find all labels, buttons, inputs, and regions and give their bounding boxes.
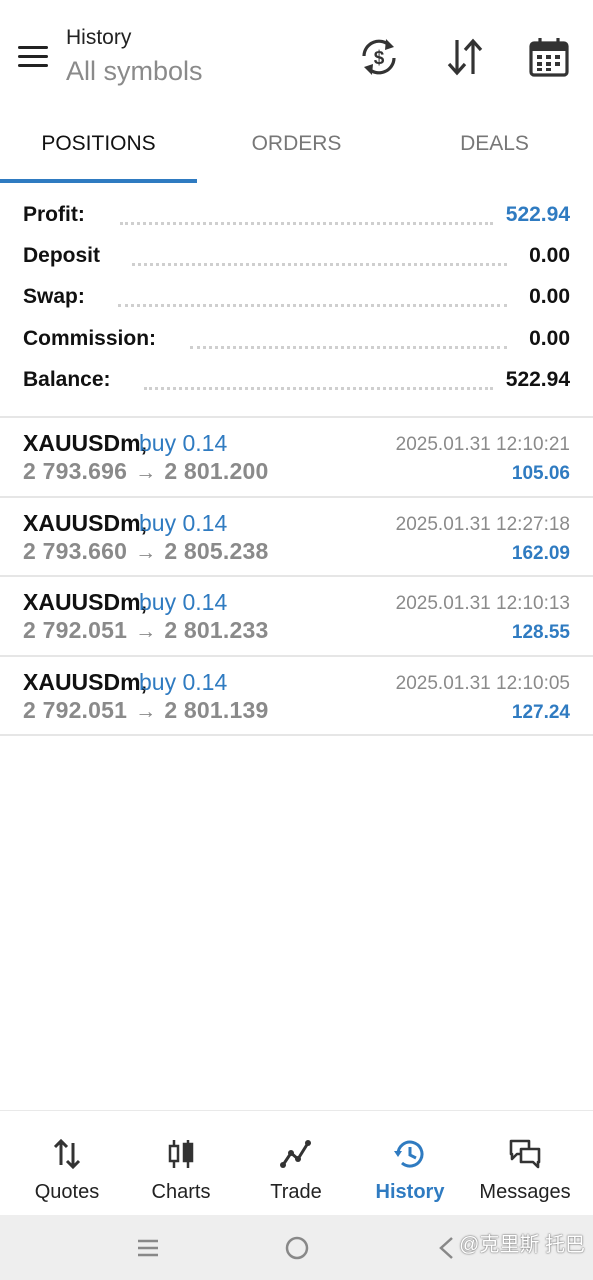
summary-row-deposit: Deposit 0.00 [0, 236, 593, 277]
nav-quotes[interactable]: Quotes [8, 1111, 126, 1216]
position-time: 2025.01.31 12:10:05 [395, 672, 570, 694]
trade-line-icon [280, 1140, 311, 1168]
open-price: 2 792.051 [23, 696, 128, 723]
history-clock-icon [394, 1140, 424, 1168]
dotted-leader [144, 386, 493, 390]
summary-value: 522.94 [505, 203, 570, 226]
position-profit: 162.09 [511, 542, 570, 564]
nav-messages[interactable]: Messages [466, 1111, 584, 1216]
menu-icon[interactable] [16, 40, 50, 74]
arrow-right-icon: → [135, 461, 157, 484]
list-item[interactable]: XAUUSDm, buy 0.14 2025.01.31 12:10:05 2 … [0, 657, 593, 736]
arrow-right-icon: → [135, 699, 157, 723]
back-icon[interactable] [432, 1233, 462, 1263]
positions-list: XAUUSDm, buy 0.14 2025.01.31 12:10:21 2 … [0, 418, 593, 736]
position-symbol: XAUUSDm, [23, 509, 147, 536]
sort-icon[interactable] [442, 34, 488, 80]
open-price: 2 792.051 [23, 617, 128, 643]
dotted-leader [120, 222, 493, 225]
dotted-leader [118, 304, 507, 308]
close-price: 2 801.139 [164, 696, 269, 723]
position-symbol: XAUUSDm, [23, 430, 147, 456]
history-tabs: POSITIONS ORDERS DEALS [0, 108, 593, 183]
summary-label: Commission: [23, 326, 163, 351]
summary-row-profit: Profit: 522.94 [0, 195, 593, 236]
summary-value: 0.00 [529, 244, 570, 268]
position-type: buy 0.14 [139, 430, 228, 456]
position-symbol: XAUUSDm, [23, 589, 147, 615]
messages-icon [509, 1139, 541, 1169]
app-header: History All symbols $ [0, 0, 593, 108]
summary-value: 0.00 [529, 285, 570, 309]
calendar-icon[interactable] [526, 34, 572, 80]
active-tab-indicator [0, 179, 197, 183]
open-price: 2 793.696 [23, 458, 128, 484]
list-item[interactable]: XAUUSDm, buy 0.14 2025.01.31 12:10:21 2 … [0, 418, 593, 498]
page-title: History [66, 26, 132, 49]
bottom-navigation: Quotes Charts Trade History Messages [0, 1110, 593, 1216]
position-profit: 105.06 [511, 463, 570, 484]
nav-label: Quotes [34, 1181, 100, 1203]
position-prices: 2 793.660 → 2 805.238 [23, 538, 268, 565]
position-time: 2025.01.31 12:27:18 [395, 513, 570, 535]
tab-orders[interactable]: ORDERS [198, 108, 395, 180]
summary-label: Profit: [23, 203, 91, 227]
quotes-arrows-icon [53, 1138, 81, 1170]
arrow-right-icon: → [135, 540, 157, 564]
nav-label: Charts [151, 1181, 211, 1203]
summary-value: 522.94 [505, 367, 570, 391]
svg-text:$: $ [374, 48, 385, 69]
nav-trade[interactable]: Trade [237, 1111, 355, 1216]
close-price: 2 801.233 [164, 617, 269, 643]
recent-apps-icon[interactable] [133, 1233, 163, 1263]
summary-row-swap: Swap: 0.00 [0, 277, 593, 318]
position-profit: 127.24 [511, 701, 570, 723]
list-item[interactable]: XAUUSDm, buy 0.14 2025.01.31 12:10:13 2 … [0, 577, 593, 657]
list-item[interactable]: XAUUSDm, buy 0.14 2025.01.31 12:27:18 2 … [0, 498, 593, 577]
position-time: 2025.01.31 12:10:13 [395, 593, 570, 614]
dotted-leader [132, 263, 507, 267]
nav-charts[interactable]: Charts [122, 1111, 240, 1216]
home-icon[interactable] [282, 1233, 312, 1263]
position-type: buy 0.14 [139, 589, 228, 615]
tab-deals[interactable]: DEALS [396, 108, 593, 180]
position-prices: 2 792.051 → 2 801.139 [23, 697, 268, 724]
arrow-right-icon: → [135, 620, 157, 643]
position-prices: 2 793.696 → 2 801.200 [23, 458, 268, 485]
position-symbol: XAUUSDm, [23, 668, 147, 695]
position-time: 2025.01.31 12:10:21 [395, 434, 570, 455]
nav-history[interactable]: History [351, 1111, 469, 1216]
currency-exchange-icon[interactable]: $ [356, 34, 402, 80]
nav-label: Messages [479, 1181, 571, 1203]
summary-label: Balance: [23, 367, 117, 392]
open-price: 2 793.660 [23, 537, 128, 564]
dotted-leader [190, 345, 507, 349]
nav-label: History [375, 1181, 445, 1203]
watermark: @克里斯 托巴 [459, 1234, 585, 1256]
nav-label: Trade [270, 1181, 322, 1203]
summary-label: Swap: [23, 285, 91, 310]
summary-row-commission: Commission: 0.00 [0, 319, 593, 360]
position-profit: 128.55 [511, 622, 570, 643]
candlestick-icon [168, 1140, 194, 1168]
summary-row-balance: Balance: 522.94 [0, 360, 593, 401]
close-price: 2 801.200 [164, 458, 269, 484]
symbol-filter[interactable]: All symbols [66, 56, 203, 87]
position-type: buy 0.14 [139, 509, 228, 536]
summary-value: 0.00 [529, 326, 570, 350]
summary-label: Deposit [23, 244, 107, 269]
summary-panel: Profit: 522.94 Deposit 0.00 Swap: 0.00 C… [0, 195, 593, 401]
position-prices: 2 792.051 → 2 801.233 [23, 617, 268, 644]
position-type: buy 0.14 [139, 668, 228, 695]
tab-positions[interactable]: POSITIONS [0, 108, 197, 180]
close-price: 2 805.238 [164, 537, 269, 564]
